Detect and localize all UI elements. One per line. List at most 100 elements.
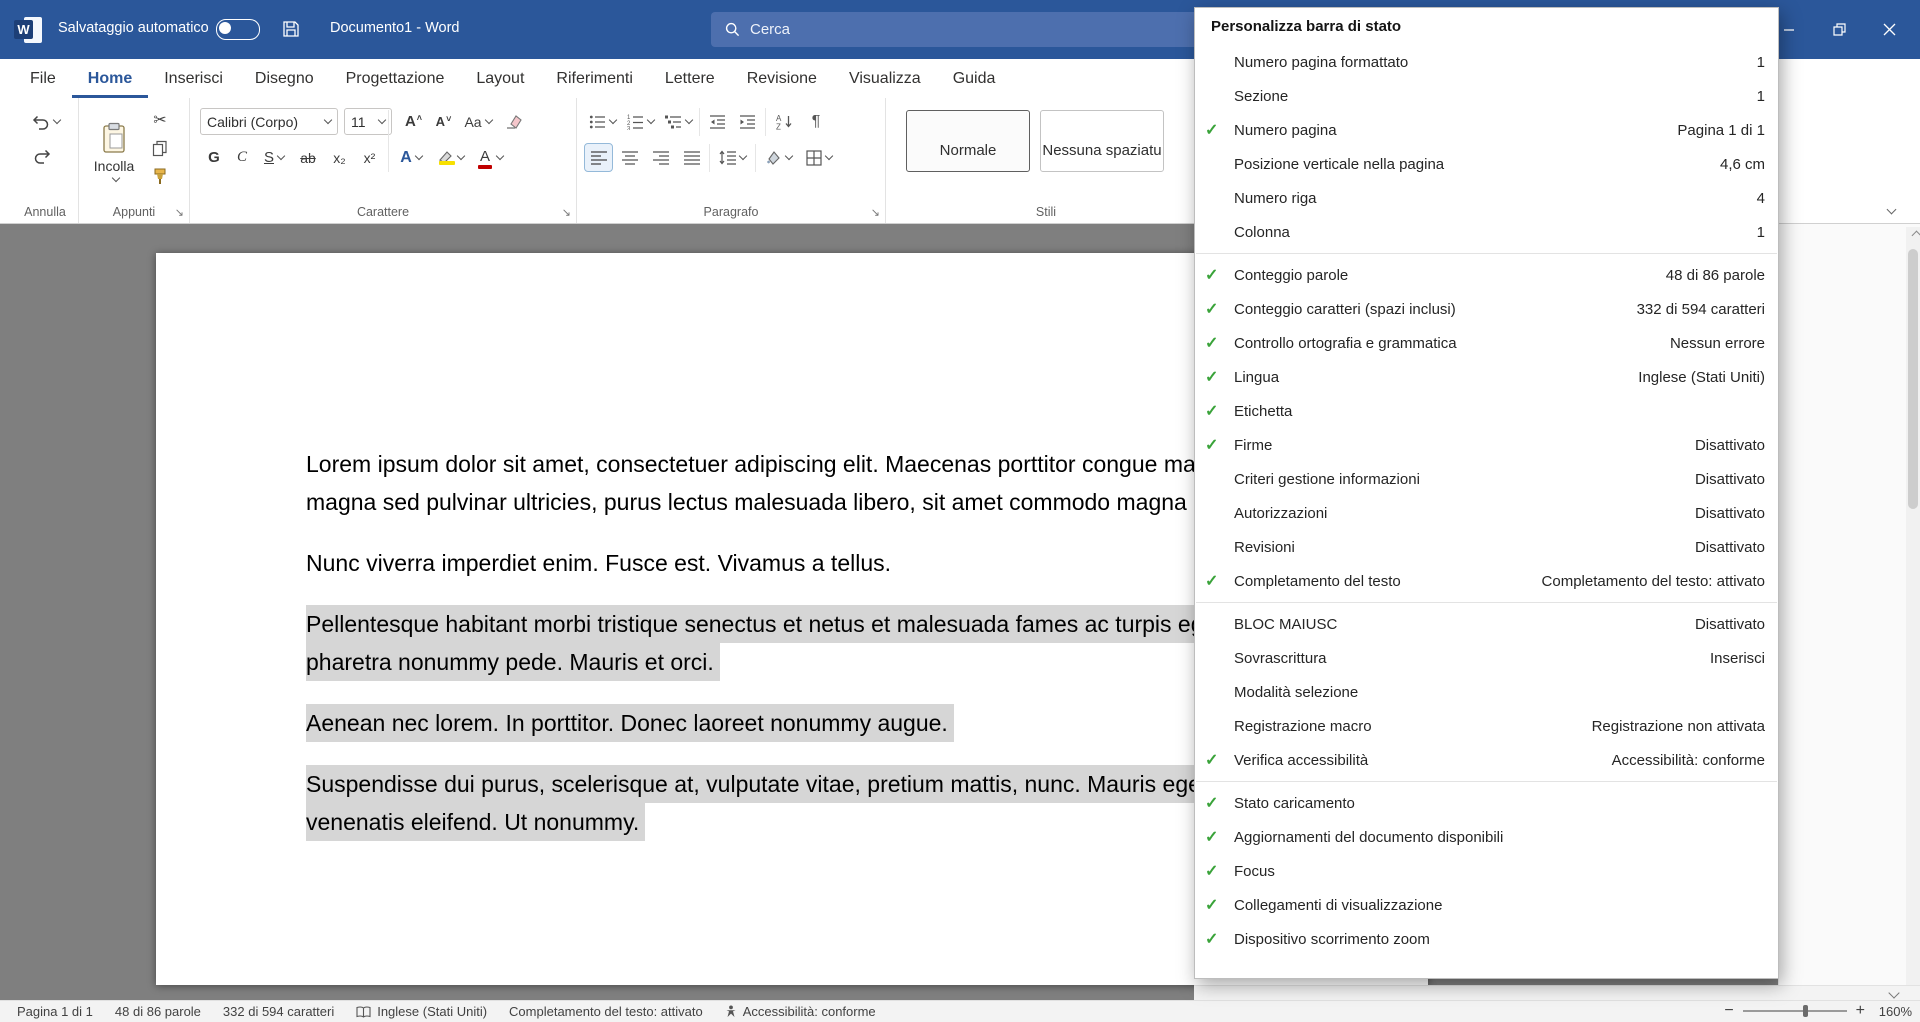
bold-button[interactable]: G <box>202 144 226 171</box>
tab-lettere[interactable]: Lettere <box>649 59 731 98</box>
collapse-ribbon-button[interactable] <box>1884 200 1900 216</box>
status-menu-item[interactable]: ✓Etichetta <box>1195 394 1778 428</box>
font-color-label: A <box>480 148 490 165</box>
dialog-launcher-icon[interactable]: ↘ <box>562 208 571 218</box>
change-case-button[interactable]: Aa <box>460 108 496 135</box>
align-right-button[interactable] <box>647 144 674 171</box>
status-menu-item[interactable]: Numero pagina formattato1 <box>1195 45 1778 79</box>
tab-progettazione[interactable]: Progettazione <box>330 59 461 98</box>
vertical-scrollbar[interactable] <box>1906 227 1920 987</box>
status-menu-item[interactable]: ✓LinguaInglese (Stati Uniti) <box>1195 360 1778 394</box>
zoom-level[interactable]: 160% <box>1874 1004 1912 1019</box>
status-menu-item[interactable]: Criteri gestione informazioniDisattivato <box>1195 462 1778 496</box>
style-normal[interactable]: Normale <box>906 110 1030 172</box>
align-left-button[interactable] <box>585 144 612 171</box>
status-item[interactable]: Pagina 1 di 1 <box>6 1001 104 1022</box>
tab-disegno[interactable]: Disegno <box>239 59 330 98</box>
status-item[interactable]: 48 di 86 parole <box>104 1001 212 1022</box>
horizontal-scrollbar[interactable] <box>1194 985 1920 1001</box>
justify-button[interactable] <box>678 144 705 171</box>
status-menu-item[interactable]: ✓Completamento del testoCompletamento de… <box>1195 564 1778 598</box>
zoom-slider[interactable] <box>1743 1010 1847 1012</box>
sort-button[interactable]: AZ <box>769 108 799 135</box>
italic-label: C <box>237 149 247 166</box>
tab-visualizza[interactable]: Visualizza <box>833 59 937 98</box>
italic-button[interactable]: C <box>230 144 254 171</box>
status-menu-item[interactable]: ✓Conteggio parole48 di 86 parole <box>1195 258 1778 292</box>
status-menu-item[interactable]: ✓Dispositivo scorrimento zoom <box>1195 922 1778 956</box>
align-center-button[interactable] <box>616 144 643 171</box>
tab-home[interactable]: Home <box>72 59 148 98</box>
status-menu-item[interactable]: BLOC MAIUSCDisattivato <box>1195 607 1778 641</box>
status-menu-item[interactable]: Colonna1 <box>1195 215 1778 249</box>
clear-formatting-button[interactable] <box>500 108 528 135</box>
tab-layout[interactable]: Layout <box>460 59 540 98</box>
status-item[interactable]: Inglese (Stati Uniti) <box>345 1001 498 1022</box>
status-menu-item[interactable]: SovrascritturaInserisci <box>1195 641 1778 675</box>
paste-button[interactable]: Incolla <box>87 106 141 196</box>
decrease-indent-button[interactable] <box>703 108 731 135</box>
status-menu-item[interactable]: ✓Conteggio caratteri (spazi inclusi)332 … <box>1195 292 1778 326</box>
underline-button[interactable]: S <box>258 144 290 171</box>
subscript-button[interactable]: x₂ <box>326 144 353 171</box>
status-menu-item[interactable]: Posizione verticale nella pagina4,6 cm <box>1195 147 1778 181</box>
status-menu-item[interactable]: AutorizzazioniDisattivato <box>1195 496 1778 530</box>
close-button[interactable] <box>1866 0 1912 59</box>
tab-file[interactable]: File <box>14 59 72 98</box>
status-menu-item[interactable]: ✓Stato caricamento <box>1195 786 1778 820</box>
scrollbar-thumb[interactable] <box>1908 249 1918 509</box>
cut-button[interactable]: ✂ <box>147 108 173 132</box>
dialog-launcher-icon[interactable]: ↘ <box>175 208 184 218</box>
check-icon: ✓ <box>1205 571 1234 591</box>
search-box[interactable]: Cerca <box>711 12 1203 47</box>
increase-indent-button[interactable] <box>733 108 761 135</box>
superscript-button[interactable]: x² <box>356 144 383 171</box>
status-menu-item[interactable]: Modalità selezione <box>1195 675 1778 709</box>
tab-revisione[interactable]: Revisione <box>731 59 833 98</box>
status-item[interactable]: Completamento del testo: attivato <box>498 1001 714 1022</box>
dialog-launcher-icon[interactable]: ↘ <box>871 208 880 218</box>
redo-button[interactable] <box>28 142 56 168</box>
autosave-toggle[interactable] <box>216 19 260 40</box>
pilcrow-button[interactable]: ¶ <box>803 108 829 135</box>
undo-button[interactable] <box>26 108 64 134</box>
multilevel-list-button[interactable] <box>661 108 695 135</box>
tab-riferimenti[interactable]: Riferimenti <box>540 59 648 98</box>
font-name-combo[interactable]: Calibri (Corpo) <box>200 108 338 135</box>
status-item[interactable]: 332 di 594 caratteri <box>212 1001 345 1022</box>
status-menu-item[interactable]: ✓Focus <box>1195 854 1778 888</box>
status-menu-item[interactable]: ✓Controllo ortografia e grammaticaNessun… <box>1195 326 1778 360</box>
font-color-button[interactable]: A <box>472 144 508 171</box>
numbering-button[interactable]: 123 <box>623 108 657 135</box>
format-painter-button[interactable] <box>147 164 173 188</box>
line-spacing-button[interactable] <box>714 144 750 171</box>
font-size-combo[interactable]: 11 <box>344 108 392 135</box>
shrink-font-button[interactable]: A˅ <box>430 108 457 135</box>
grow-font-button[interactable]: A˄ <box>400 108 427 135</box>
zoom-in-button[interactable]: + <box>1856 1002 1865 1020</box>
highlight-button[interactable] <box>432 144 468 171</box>
strikethrough-button[interactable]: ab <box>294 144 322 171</box>
status-menu-item[interactable]: ✓Collegamenti di visualizzazione <box>1195 888 1778 922</box>
status-menu-item[interactable]: Registrazione macroRegistrazione non att… <box>1195 709 1778 743</box>
style-no-spacing[interactable]: Nessuna spaziatu <box>1040 110 1164 172</box>
status-item[interactable]: Accessibilità: conforme <box>714 1001 887 1022</box>
tab-guida[interactable]: Guida <box>937 59 1012 98</box>
status-menu-item[interactable]: RevisioniDisattivato <box>1195 530 1778 564</box>
zoom-knob[interactable] <box>1803 1005 1808 1017</box>
status-menu-item[interactable]: ✓Verifica accessibilitàAccessibilità: co… <box>1195 743 1778 777</box>
status-menu-item[interactable]: ✓FirmeDisattivato <box>1195 428 1778 462</box>
zoom-out-button[interactable]: − <box>1724 1002 1733 1020</box>
status-menu-item[interactable]: ✓Numero paginaPagina 1 di 1 <box>1195 113 1778 147</box>
save-icon[interactable] <box>282 20 300 38</box>
shading-button[interactable] <box>760 144 796 171</box>
tab-inserisci[interactable]: Inserisci <box>148 59 239 98</box>
text-effects-button[interactable]: A <box>394 144 428 171</box>
status-menu-item[interactable]: Numero riga4 <box>1195 181 1778 215</box>
borders-button[interactable] <box>801 144 837 171</box>
status-menu-item[interactable]: Sezione1 <box>1195 79 1778 113</box>
bullets-button[interactable] <box>585 108 619 135</box>
restore-button[interactable] <box>1816 0 1862 59</box>
copy-button[interactable] <box>147 136 173 160</box>
status-menu-item[interactable]: ✓Aggiornamenti del documento disponibili <box>1195 820 1778 854</box>
